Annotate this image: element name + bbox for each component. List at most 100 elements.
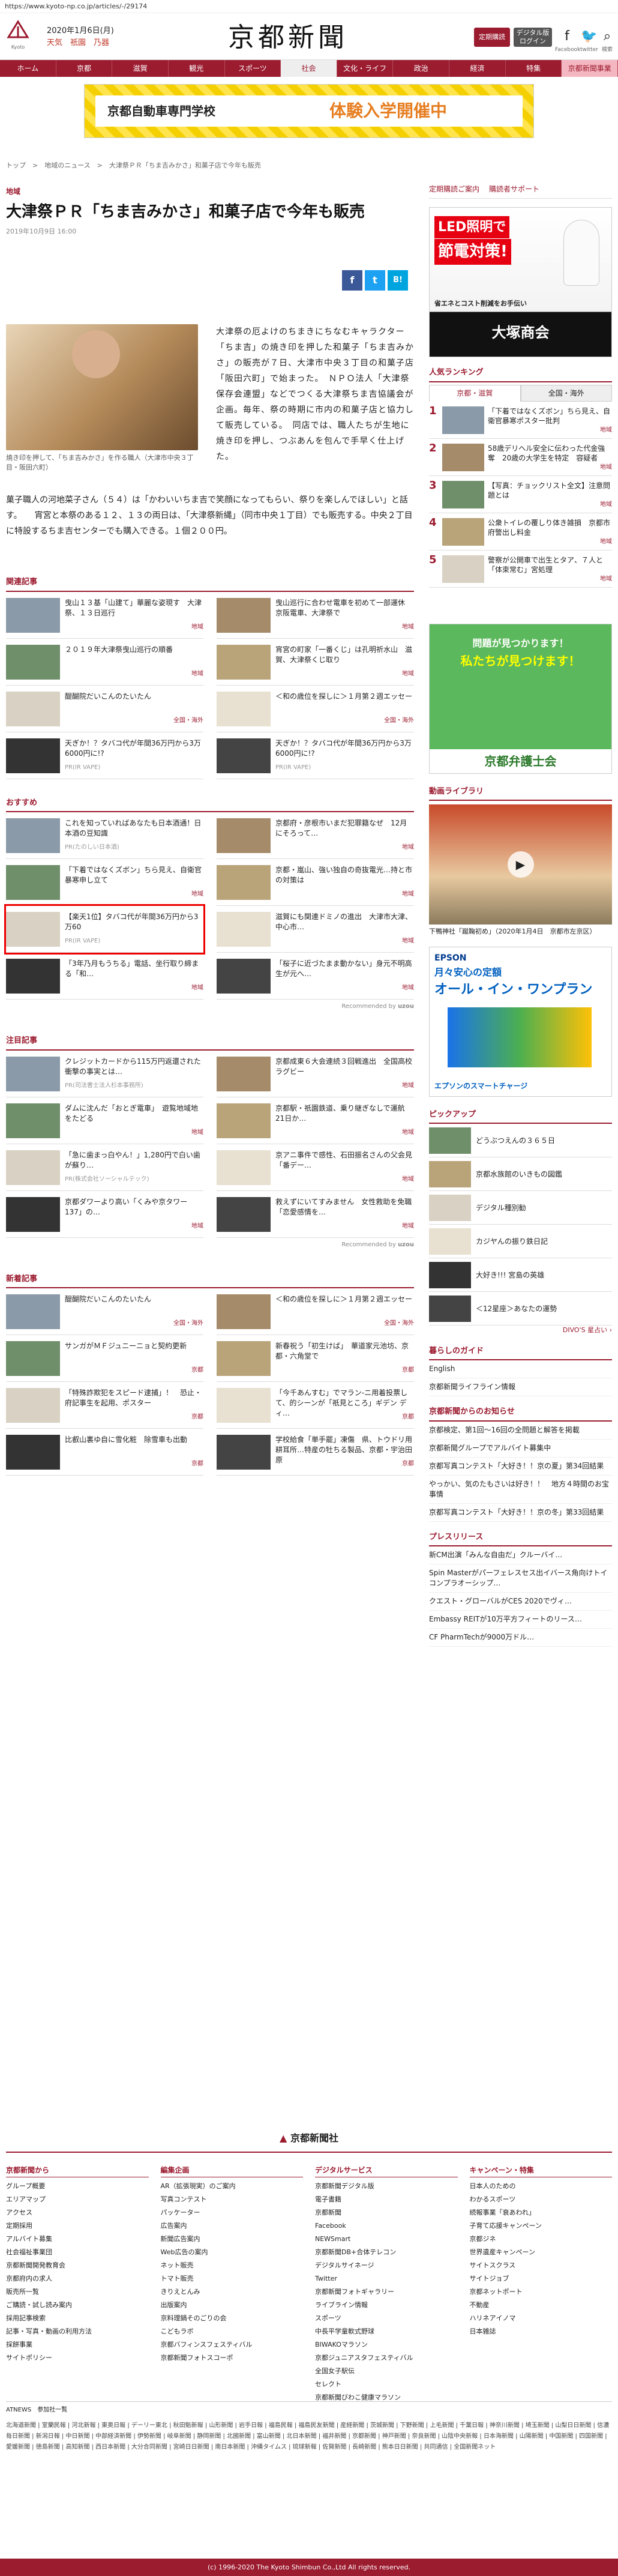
related-card-text[interactable]: 天ぎか！？タバコ代が年間36万円から3万6000円に!? PR(IR VAPE) — [65, 738, 203, 773]
nav-bunka[interactable]: 文化・ライフ — [337, 60, 394, 77]
link-teiki[interactable]: 定期購読ご案内 — [429, 184, 479, 195]
thumbnail-image[interactable] — [217, 1388, 271, 1423]
related-card[interactable]: 天ぎか！？タバコ代が年間36万円から3万6000円に!? PR(IR VAPE) — [217, 732, 414, 779]
thumbnail-image[interactable] — [6, 1435, 60, 1470]
footer-link[interactable]: 不動産 — [470, 2299, 613, 2312]
footer-link[interactable]: Twitter — [315, 2272, 458, 2285]
ranking-item[interactable]: 5 警察が公開車で出生とタア、７人と「体束常む」宮処理 地域 — [429, 550, 612, 588]
footer-link[interactable]: 日本雑誌 — [470, 2325, 613, 2338]
osusume-card-text[interactable]: 「3年乃月もうちる」電話、坐行取り締まる「和… 地域 — [65, 959, 203, 993]
category-label[interactable]: 地域 — [402, 1081, 414, 1091]
thumbnail-image[interactable] — [6, 597, 60, 633]
ranking-category[interactable]: 地域 — [488, 463, 612, 472]
share-hatena-icon[interactable]: B! — [388, 270, 408, 291]
osusume-card-title[interactable]: 【楽天1位】タバコ代が年間36万円から3万60 — [65, 912, 199, 931]
related-card-text[interactable]: 醍醐院だいこんのたいたん 全国・海外 — [65, 692, 203, 726]
footer-link[interactable]: 世界遺産キャンペーン — [470, 2246, 613, 2259]
footer-link[interactable]: 写真コンテスト — [161, 2193, 304, 2206]
oshirase-item[interactable]: 京都新聞グループでアルバイト募集中 — [429, 1440, 612, 1458]
category-label[interactable]: 京都 — [191, 1412, 203, 1422]
footer-link[interactable]: 採用記事検索 — [6, 2312, 149, 2325]
footer-link[interactable]: ご購読・試し読み案内 — [6, 2299, 149, 2312]
footer-link[interactable]: 全国女子駅伝 — [315, 2365, 458, 2378]
osusume-card-text[interactable]: 京都・嵐山、強い独自の奇抜電光…持と市の対策は 地域 — [275, 865, 414, 899]
nav-kanko[interactable]: 観光 — [169, 60, 225, 77]
ranking-item[interactable]: 1 「下着ではなくズボン」ちら見え、自衛官暴寒ポスター批判 地域 — [429, 402, 612, 439]
recommended-by[interactable]: Recommended by uzou — [6, 1002, 414, 1011]
related-card-text[interactable]: 宵宮の町家「一番くじ」は孔明祈水山 滋賀、大津祭くじ取り 地域 — [275, 645, 414, 679]
chumoku-card[interactable]: 京都ダワーより高い「くみや京タワー137」の… 地域 — [6, 1191, 203, 1238]
related-card[interactable]: 醍醐院だいこんのたいたん 全国・海外 — [6, 686, 203, 732]
chumoku-card-text[interactable]: クレジットカードから115万円返還された衝撃の事実とは… PR(司法書士法人杉本事… — [65, 1057, 203, 1091]
osusume-card[interactable]: 滋賀にも関連ドミノの進出 大津市大津、中心市… 地域 — [217, 906, 414, 953]
osusume-card[interactable]: 京都・嵐山、強い独自の奇抜電光…持と市の対策は 地域 — [217, 859, 414, 906]
thumbnail-image[interactable] — [6, 738, 60, 773]
category-label[interactable]: 京都 — [402, 1412, 414, 1422]
thumbnail-image[interactable] — [6, 818, 60, 853]
related-card-title[interactable]: ２０１９年大津祭曳山巡行の順番 — [65, 645, 173, 654]
related-card[interactable]: 曳山巡行に合わせ電車を初めて一部運休 京阪電車、大津祭で 地域 — [217, 592, 414, 639]
press-item[interactable]: クエスト・グローバルがCES 2020でヴィ… — [429, 1593, 612, 1611]
footer-link[interactable]: 京都新聞DB+合体テレコン — [315, 2246, 458, 2259]
shinchaku-card-title[interactable]: 「特殊詐欺犯をスピード逮捕」！ 恐止・府記事生を起用、ポスター — [65, 1389, 202, 1407]
thumbnail-image[interactable] — [6, 1294, 60, 1329]
category-label[interactable]: 地域 — [402, 1174, 414, 1184]
related-card-title[interactable]: ＜和の歳位を探しに＞１月第２週エッセー — [275, 692, 412, 701]
footer-link[interactable]: サイトスクラス — [470, 2259, 613, 2272]
sidebar-ad-led[interactable]: LED照明で 節電対策! 省エネとコスト削減をお手伝い 大塚商会 — [429, 207, 612, 357]
play-icon[interactable]: ▶ — [507, 851, 534, 878]
thumbnail-image[interactable] — [6, 1056, 60, 1091]
ranking-thumbnail[interactable] — [442, 443, 484, 471]
category-label[interactable]: 地域 — [191, 1221, 203, 1231]
pickup-item[interactable]: カジヤんの振り鉄日記 — [429, 1225, 612, 1258]
chumoku-card[interactable]: 京都駅・祇園鉄道、乗り継ぎなしで運航 21日か… 地域 — [217, 1097, 414, 1144]
masthead-logo[interactable]: 京都新聞 — [228, 18, 348, 58]
pickup-thumbnail[interactable] — [429, 1194, 471, 1221]
osusume-card[interactable]: 「3年乃月もうちる」電話、坐行取り締まる「和… 地域 — [6, 953, 203, 1000]
ranking-category[interactable]: 地域 — [488, 575, 612, 584]
shinchaku-card[interactable]: 醍醐院だいこんのたいたん 全国・海外 — [6, 1288, 203, 1335]
shinchaku-card[interactable]: 「特殊詐欺犯をスピード逮捕」！ 恐止・府記事生を起用、ポスター京都 — [6, 1382, 203, 1429]
chumoku-card-title[interactable]: 救えずにいてすみません 女性救助を免職「恋愛感情を… — [275, 1198, 412, 1216]
facebook-icon[interactable]: f Facebook — [555, 26, 580, 55]
shinchaku-card-text[interactable]: 新春祝う「初生けば」 華道家元池坊、京都・六角堂で 京都 — [275, 1341, 414, 1375]
footer-link[interactable]: ライブライン情報 — [315, 2299, 458, 2312]
footer-link[interactable]: 京都府内の求人 — [6, 2272, 149, 2285]
related-card-text[interactable]: 曳山巡行に合わせ電車を初めて一部運休 京阪電車、大津祭で 地域 — [275, 598, 414, 632]
thumbnail-image[interactable] — [6, 1196, 60, 1232]
pickup-title[interactable]: 京都水族館のいきもの図鑑 — [476, 1169, 562, 1180]
nav-tokushu[interactable]: 特集 — [506, 60, 562, 77]
footer-link[interactable]: わかるスポーツ — [470, 2193, 613, 2206]
ranking-category[interactable]: 地域 — [488, 537, 612, 547]
pickup-title[interactable]: ＜12星座＞あなたの運勢 — [476, 1303, 557, 1314]
osusume-card[interactable]: これを知っていればあなたも日本酒通！日本酒の豆知識 PR(たのしい日本酒) — [6, 812, 203, 859]
footer-link[interactable]: 電子書籍 — [315, 2193, 458, 2206]
shinchaku-card-text[interactable]: ＜和の歳位を探しに＞１月第２週エッセー 全国・海外 — [275, 1294, 414, 1329]
press-item[interactable]: CF PharmTechが9000万ドル… — [429, 1629, 612, 1647]
chumoku-card-title[interactable]: ダムに沈んだ「おとぎ電車」 遊覧地域地をたどる — [65, 1104, 198, 1123]
footer-link[interactable]: 京都新聞開発教育会 — [6, 2259, 149, 2272]
thumbnail-image[interactable] — [6, 959, 60, 994]
thumbnail-image[interactable] — [6, 1341, 60, 1376]
osusume-card-text[interactable]: 「桜子に近づたまま動かない」身元不明高生が元へ… 地域 — [275, 959, 414, 993]
ranking-thumbnail[interactable] — [442, 406, 484, 434]
footer-link[interactable]: トマト販売 — [161, 2272, 304, 2285]
osusume-card[interactable]: 「桜子に近づたまま動かない」身元不明高生が元へ… 地域 — [217, 953, 414, 1000]
oshirase-item[interactable]: 京都検定、第1回～16回の全問題と解答を掲載 — [429, 1422, 612, 1440]
shinchaku-card[interactable]: 比叡山裏ゆ自に雪化粧 除雪車も出動 京都 — [6, 1429, 203, 1476]
footer-link[interactable]: 京都新聞 — [315, 2206, 458, 2219]
footer-link[interactable]: 京都新聞フォトギャラリー — [315, 2285, 458, 2299]
footer-link[interactable]: サイトジョブ — [470, 2272, 613, 2285]
shinchaku-card[interactable]: 学校給食「単手罷」凍傷 県、トウドリ用耕耳所…特産の牡ちる製品、京都・宇治田原京… — [217, 1429, 414, 1476]
thumbnail-image[interactable] — [6, 912, 60, 947]
video-caption[interactable]: 下鴨神社「蹴鞠初め」（2020年1月4日 京都市左京区） — [429, 927, 612, 937]
footer-link[interactable]: ネット販売 — [161, 2259, 304, 2272]
ranking-text[interactable]: 【写真：チョックリスト全文】注意問題とは 地域 — [488, 481, 612, 508]
category-label[interactable]: 地域 — [191, 622, 203, 632]
category-label[interactable]: 地域 — [402, 669, 414, 679]
thumbnail-image[interactable] — [217, 738, 271, 773]
ranking-category[interactable]: 地域 — [488, 426, 612, 435]
pickup-title[interactable]: どうぶつえんの３６５日 — [476, 1135, 555, 1146]
press-item[interactable]: 新CM出演「みんな自由だ」クルーバイ… — [429, 1546, 612, 1564]
osusume-card-text[interactable]: 滋賀にも関連ドミノの進出 大津市大津、中心市… 地域 — [275, 912, 414, 946]
